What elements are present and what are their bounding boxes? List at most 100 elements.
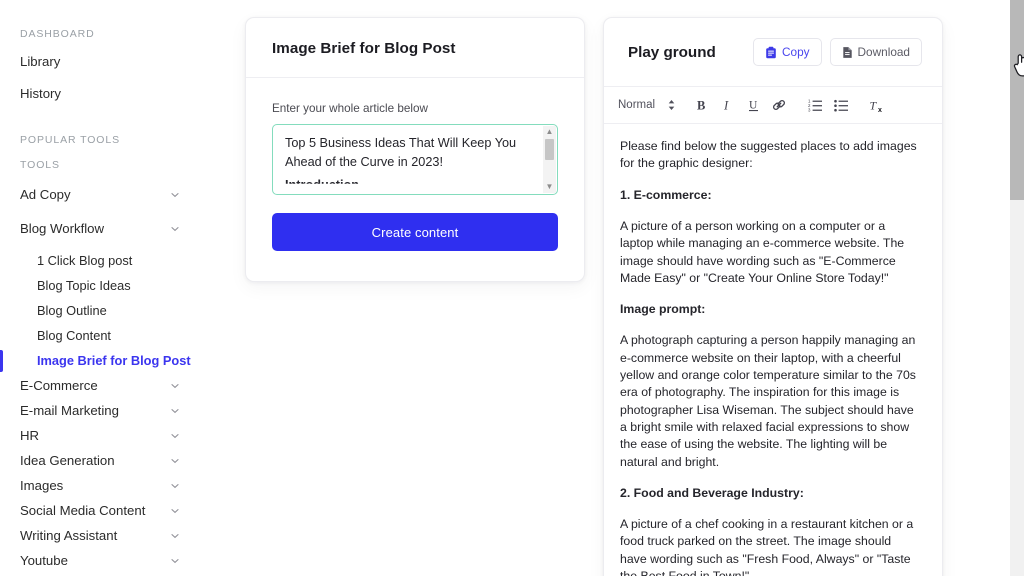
sidebar-item-label: Blog Workflow — [20, 220, 105, 236]
format-select-label: Normal — [618, 99, 656, 112]
sidebar-item-1-click-blog-post[interactable]: 1 Click Blog post — [0, 248, 198, 273]
main-content: Image Brief for Blog Post Enter your who… — [198, 0, 1024, 576]
playground-header-actions: Copy Download — [752, 38, 922, 66]
chevron-down-icon — [170, 406, 180, 416]
page-scrollbar-track[interactable] — [1010, 0, 1024, 576]
playground-content[interactable]: Please find below the suggested places t… — [604, 124, 942, 576]
content-section1-body: A picture of a person working on a compu… — [620, 218, 905, 285]
content-section2-body: A picture of a chef cooking in a restaur… — [620, 517, 914, 576]
chevron-down-icon — [170, 506, 180, 516]
sidebar-item-label: Idea Generation — [20, 452, 115, 468]
section2-heading-text: 2. Food and Beverage Industry: — [620, 485, 804, 500]
clear-format-icon[interactable]: T x — [864, 92, 890, 118]
sidebar-item-label: Library — [20, 53, 61, 69]
download-button[interactable]: Download — [829, 38, 922, 66]
sidebar-item-label: HR — [20, 427, 40, 443]
sidebar-item-label: Images — [20, 477, 64, 493]
page-scrollbar-thumb[interactable] — [1010, 0, 1024, 200]
playground-title: Play ground — [628, 43, 716, 61]
sidebar-item-youtube[interactable]: Youtube — [0, 548, 198, 573]
editor-toolbar: Normal B I U 1 2 3 T x — [604, 87, 942, 125]
svg-text:T: T — [870, 98, 878, 112]
format-select-stepper[interactable] — [663, 99, 688, 111]
chevron-down-icon — [170, 224, 180, 234]
content-section1-heading: 1. E-commerce: — [620, 187, 920, 204]
copy-button-label: Copy — [781, 45, 810, 59]
clipboard-icon — [765, 46, 777, 59]
sidebar-item-social-media-content[interactable]: Social Media Content — [0, 498, 198, 523]
sidebar-item-label: History — [20, 85, 62, 101]
page-title: Image Brief for Blog Post — [272, 40, 456, 57]
copy-button[interactable]: Copy — [752, 38, 822, 66]
sidebar-item-label: Writing Assistant — [20, 527, 118, 543]
sidebar-item-label: Ad Copy — [20, 186, 71, 202]
sidebar-item-hr[interactable]: HR — [0, 423, 198, 448]
scroll-up-arrow-icon[interactable]: ▲ — [546, 128, 554, 136]
sidebar-item-label: Youtube — [20, 552, 68, 568]
create-content-button[interactable]: Create content — [272, 213, 558, 251]
playground-card: Play ground Copy Download Normal B I U 1… — [603, 17, 943, 576]
image-brief-card-header: Image Brief for Blog Post — [246, 18, 584, 78]
sidebar-item-ad-copy[interactable]: Ad Copy — [0, 182, 198, 207]
svg-text:B: B — [697, 99, 705, 113]
sidebar-item-blog-workflow[interactable]: Blog Workflow — [0, 216, 198, 241]
sidebar-item-label: Social Media Content — [20, 502, 146, 518]
image-brief-card-body: Enter your whole article below Top 5 Bus… — [246, 78, 584, 281]
prompt1-heading-text: Image prompt: — [620, 302, 706, 317]
sidebar-item-e-mail-marketing[interactable]: E-mail Marketing — [0, 398, 198, 423]
content-prompt1-heading: Image prompt: — [620, 301, 920, 318]
svg-text:I: I — [723, 99, 729, 113]
sidebar-item-image-brief-for-blog-post[interactable]: Image Brief for Blog Post — [0, 348, 198, 373]
playground-header: Play ground Copy Download — [604, 18, 942, 87]
sidebar-item-images[interactable]: Images — [0, 473, 198, 498]
sidebar-item-label: 1 Click Blog post — [37, 253, 133, 268]
italic-icon[interactable]: I — [714, 92, 740, 118]
underline-icon[interactable]: U — [740, 92, 766, 118]
article-textarea-scrollbar[interactable]: ▲ ▼ — [543, 126, 556, 193]
article-textarea-text: Top 5 Business Ideas That Will Keep You … — [285, 136, 517, 169]
file-download-icon — [842, 46, 853, 59]
article-textarea-next-line: Introduction — [285, 178, 359, 192]
active-item-indicator — [0, 349, 3, 372]
sidebar-item-label: Blog Topic Ideas — [37, 278, 131, 293]
bold-icon[interactable]: B — [688, 92, 714, 118]
svg-text:x: x — [878, 106, 882, 112]
content-prompt1-body: A photograph capturing a person happily … — [620, 333, 916, 469]
sidebar-item-label: Blog Outline — [37, 303, 107, 318]
bullet-list-icon[interactable] — [828, 92, 854, 118]
sidebar-item-blog-content[interactable]: Blog Content — [0, 323, 198, 348]
svg-text:3: 3 — [808, 108, 811, 113]
sidebar-section-tools: TOOLS — [20, 159, 60, 171]
sidebar-item-e-commerce[interactable]: E-Commerce — [0, 373, 198, 398]
content-section2-heading: 2. Food and Beverage Industry: — [620, 485, 920, 502]
chevron-down-icon — [170, 381, 180, 391]
sidebar-item-label: E-mail Marketing — [20, 402, 119, 418]
scrollbar-thumb[interactable] — [545, 139, 554, 160]
article-textarea[interactable]: Top 5 Business Ideas That Will Keep You … — [272, 124, 558, 195]
sidebar-item-blog-topic-ideas[interactable]: Blog Topic Ideas — [0, 273, 198, 298]
download-button-label: Download — [857, 45, 910, 59]
sidebar-item-label: E-Commerce — [20, 377, 98, 393]
chevron-down-icon — [170, 431, 180, 441]
chevron-down-icon — [170, 190, 180, 200]
chevron-down-icon — [170, 556, 180, 566]
sidebar-item-writing-assistant[interactable]: Writing Assistant — [0, 523, 198, 548]
svg-text:U: U — [749, 100, 758, 112]
chevron-down-icon — [170, 531, 180, 541]
sidebar-item-library[interactable]: Library — [0, 49, 198, 74]
sidebar: DASHBOARD Library History POPULAR TOOLS … — [0, 0, 198, 576]
section1-heading-text: 1. E-commerce: — [620, 187, 712, 202]
article-field-label: Enter your whole article below — [272, 102, 428, 115]
scroll-down-arrow-icon[interactable]: ▼ — [546, 183, 554, 191]
link-icon[interactable] — [766, 92, 792, 118]
sidebar-item-label: Image Brief for Blog Post — [37, 353, 191, 368]
sidebar-section-dashboard: DASHBOARD — [20, 28, 95, 40]
sidebar-item-idea-generation[interactable]: Idea Generation — [0, 448, 198, 473]
sidebar-item-blog-outline[interactable]: Blog Outline — [0, 298, 198, 323]
ordered-list-icon[interactable]: 1 2 3 — [802, 92, 828, 118]
chevron-down-icon — [170, 456, 180, 466]
app-root: DASHBOARD Library History POPULAR TOOLS … — [0, 0, 1024, 576]
article-textarea-value: Top 5 Business Ideas That Will Keep You … — [273, 125, 557, 190]
sidebar-item-history[interactable]: History — [0, 81, 198, 106]
sidebar-item-label: Blog Content — [37, 328, 111, 343]
